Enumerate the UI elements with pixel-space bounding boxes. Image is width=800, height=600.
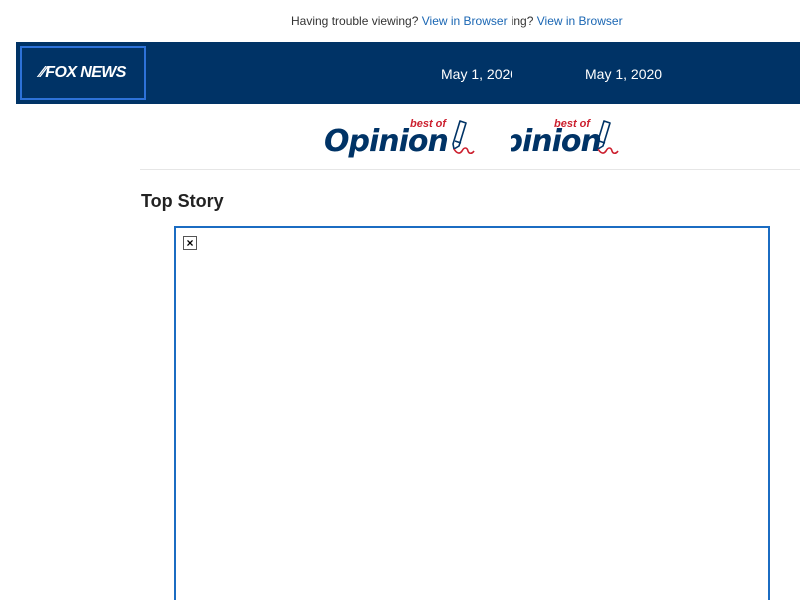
top-story-image-link[interactable]: × — [174, 226, 770, 600]
preheader-right: Having trouble viewing? View in Browser — [512, 13, 657, 29]
opinion-label: Opinion — [324, 124, 449, 159]
trouble-viewing-text: Having trouble viewing? — [291, 14, 419, 28]
header-date-clipped: May 1, 2020 — [441, 66, 512, 82]
logo-text: FOX NEWS — [45, 64, 126, 81]
email-page: Having trouble viewing? View in Browser … — [0, 0, 800, 600]
fox-news-logo[interactable]: ⁄⁄FOX NEWS — [20, 46, 146, 100]
view-in-browser-link[interactable]: View in Browser — [422, 14, 508, 28]
trouble-viewing-text-clipped: Having trouble viewing? — [512, 14, 534, 28]
best-of-opinion-banner-2[interactable]: best of Opinion — [511, 118, 621, 164]
view-in-browser-link-2[interactable]: View in Browser — [537, 14, 623, 28]
header-date: May 1, 2020 — [585, 66, 663, 82]
pen-icon — [452, 120, 475, 155]
opinion-label-2: Opinion — [511, 124, 602, 159]
section-divider — [140, 169, 800, 170]
broken-image-icon: × — [183, 236, 197, 250]
preheader-left: Having trouble viewing? View in Browser — [291, 13, 512, 29]
header-bar: ⁄⁄FOX NEWS May 1, 2020 May 1, 2020 — [16, 42, 800, 104]
top-story-heading: Top Story — [141, 191, 224, 211]
best-of-opinion-banner[interactable]: best of Opinion — [324, 118, 476, 164]
logo-flag-icon: ⁄⁄ — [40, 64, 45, 81]
pen-icon — [596, 120, 619, 155]
